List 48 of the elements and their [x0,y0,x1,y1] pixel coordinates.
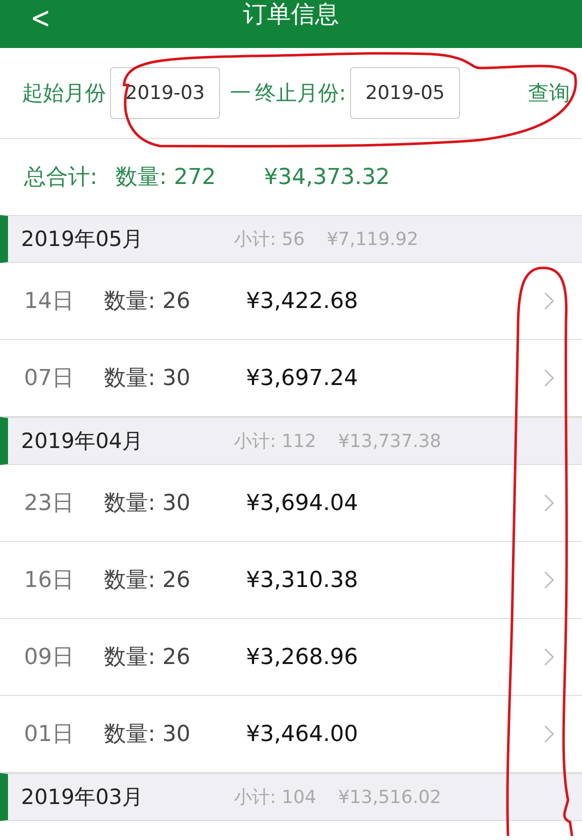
order-row[interactable]: 09日 数量: 26 ¥3,268.96 [0,619,582,696]
chevron-icon [544,292,554,310]
chevron-icon [544,494,554,512]
start-month-label: 起始月份 [22,80,106,107]
day-quantity: 数量: 26 [104,567,192,595]
day-amount: ¥3,694.04 [246,490,358,516]
order-row[interactable]: 23日 数量: 30 ¥3,694.04 [0,465,582,542]
page-title: 订单信息 [243,0,339,30]
day-amount: ¥3,422.68 [246,288,358,314]
month-title: 2019年03月 [21,784,144,811]
day-quantity: 数量: 26 [104,288,192,316]
subtotal-count: 小计: 112 [234,430,316,453]
day-label: 14日 [24,288,75,316]
chevron-icon [544,725,554,743]
query-button[interactable]: 查询 [528,79,570,107]
chevron-icon [544,369,554,387]
day-quantity: 数量: 30 [104,490,192,518]
month-title: 2019年04月 [21,428,144,455]
day-label: 09日 [24,644,75,672]
back-button[interactable]: < [26,0,56,36]
day-quantity: 数量: 26 [104,644,192,672]
order-row[interactable]: 16日 数量: 26 ¥3,310.38 [0,542,582,619]
end-month-field[interactable]: 2019-05 [350,67,460,119]
day-amount: ¥3,697.24 [246,366,358,390]
subtotal-amount: ¥7,119.92 [326,228,418,250]
subtotal-count: 小计: 56 [234,228,305,251]
day-amount: ¥3,464.00 [246,722,358,746]
day-amount: ¥3,310.38 [246,568,358,592]
day-label: 07日 [24,365,75,393]
day-label: 16日 [24,567,75,595]
total-amount: ¥34,373.32 [264,164,390,190]
subtotal-amount: ¥13,516.02 [338,786,442,808]
order-row[interactable]: 14日 数量: 26 ¥3,422.68 [0,263,582,340]
start-month-field[interactable]: 2019-03 [110,67,220,119]
chevron-icon [544,648,554,666]
day-amount: ¥3,268.96 [246,644,358,670]
total-quantity: 数量: 272 [115,164,216,192]
total-label: 总合计: [24,164,98,192]
subtotal-amount: ¥13,737.38 [338,430,442,452]
subtotal-count: 小计: 104 [234,786,316,809]
range-separator: 一 [230,80,251,107]
end-month-label: 终止月份: [255,80,346,107]
day-quantity: 数量: 30 [104,721,192,749]
day-label: 23日 [24,490,75,518]
day-quantity: 数量: 30 [104,365,192,393]
day-label: 01日 [24,721,75,749]
month-title: 2019年05月 [21,226,144,253]
chevron-icon [544,571,554,589]
